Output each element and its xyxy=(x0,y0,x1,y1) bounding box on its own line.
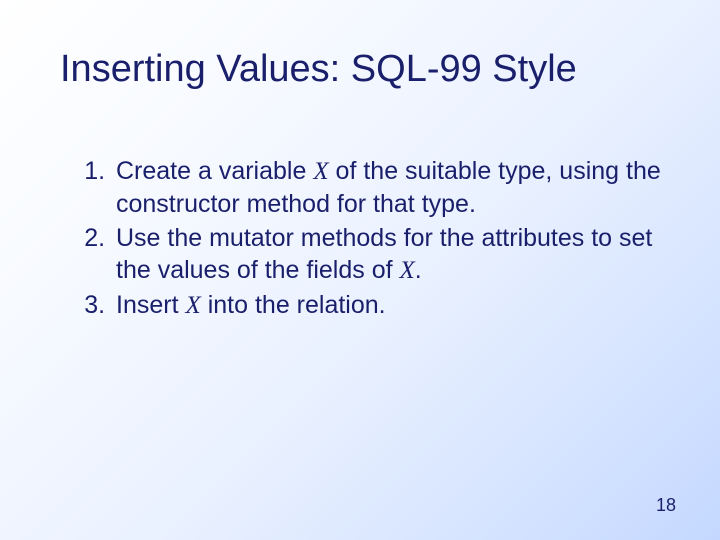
item-variable: X xyxy=(185,292,200,319)
list-item: Use the mutator methods for the attribut… xyxy=(112,222,670,287)
page-number: 18 xyxy=(656,495,676,516)
ordered-list: Create a variable X of the suitable type… xyxy=(60,155,670,322)
item-variable: X xyxy=(313,158,328,185)
item-text-post: into the relation. xyxy=(201,291,386,319)
slide-title: Inserting Values: SQL-99 Style xyxy=(60,48,660,92)
item-text-pre: Create a variable xyxy=(116,157,313,185)
slide-body: Create a variable X of the suitable type… xyxy=(60,155,670,324)
list-item: Create a variable X of the suitable type… xyxy=(112,155,670,220)
item-variable: X xyxy=(400,257,415,284)
item-text-post: . xyxy=(415,256,422,284)
item-text-pre: Use the mutator methods for the attribut… xyxy=(116,224,652,284)
slide: Inserting Values: SQL-99 Style Create a … xyxy=(0,0,720,540)
item-text-pre: Insert xyxy=(116,291,185,319)
list-item: Insert X into the relation. xyxy=(112,289,670,322)
